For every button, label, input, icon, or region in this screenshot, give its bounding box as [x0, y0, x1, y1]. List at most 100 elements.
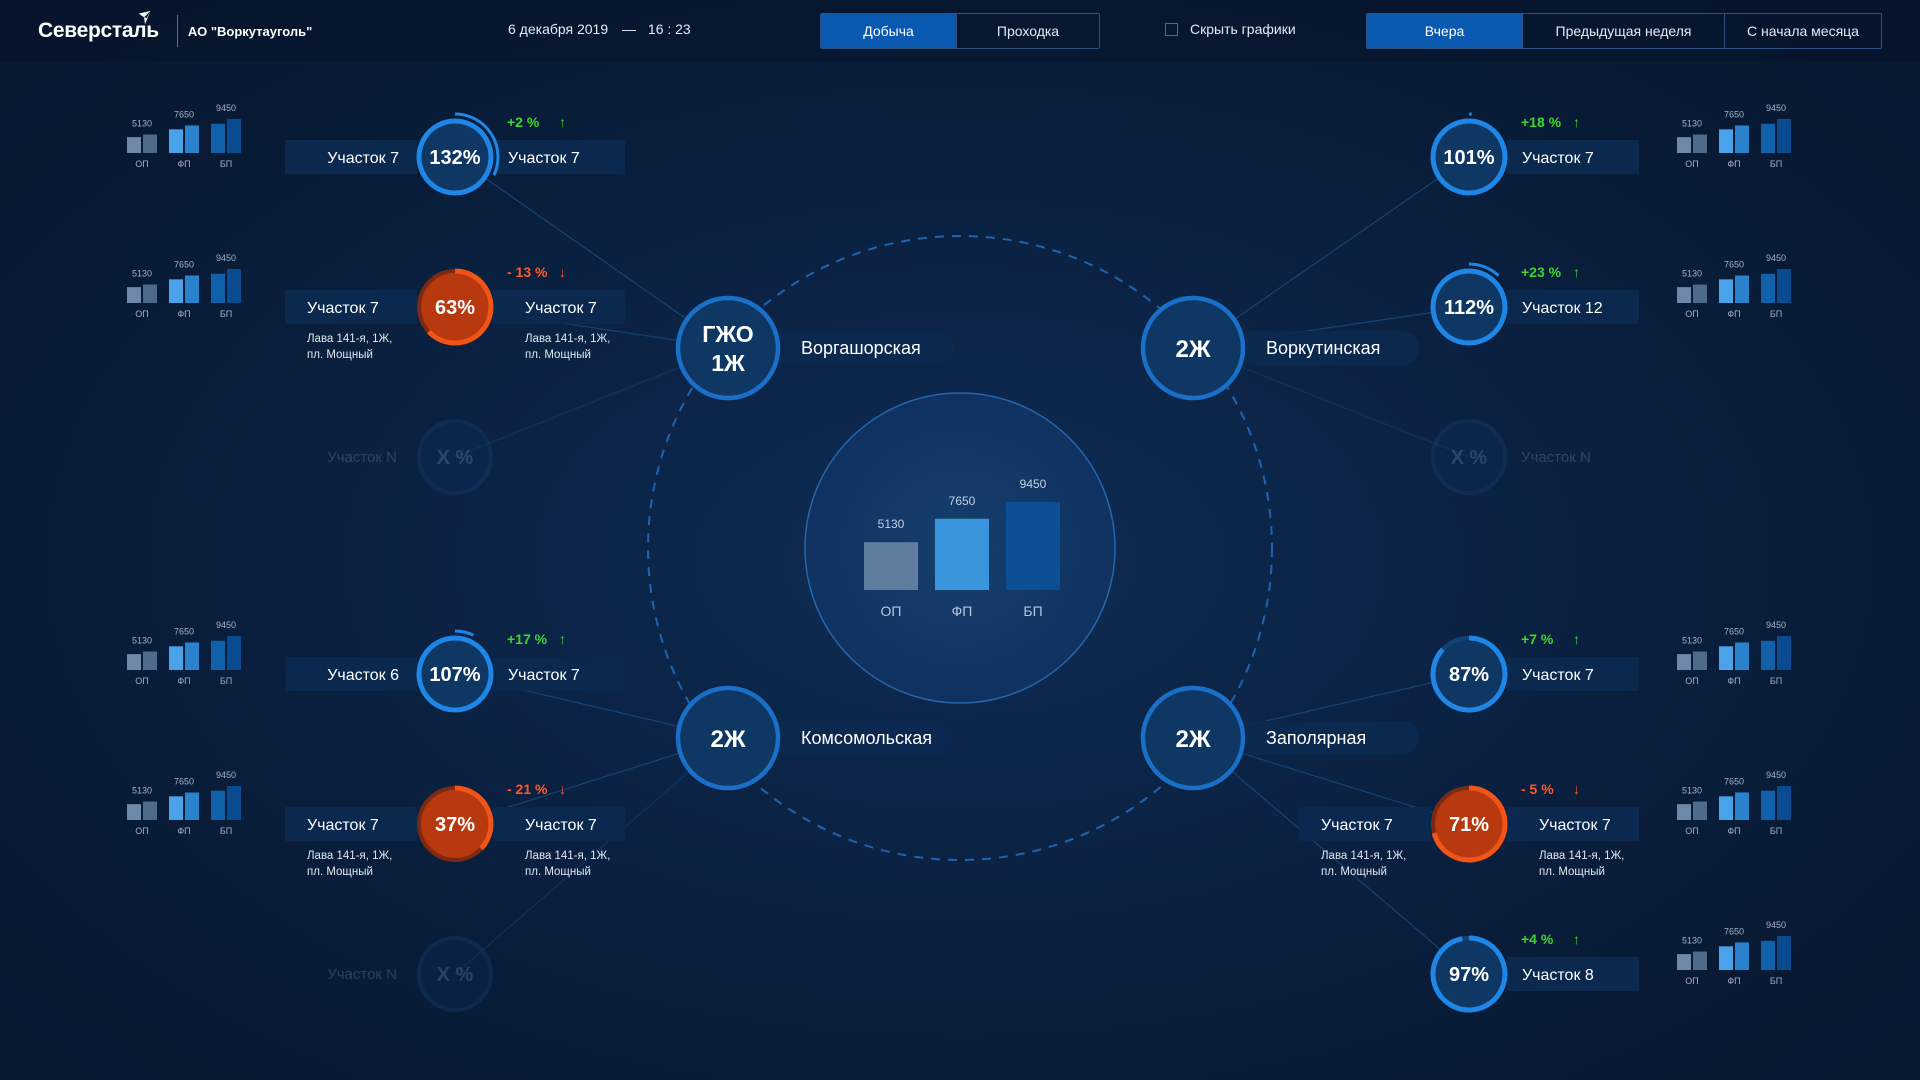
section-right-sublabel: Лава 141-я, 1Ж,: [1539, 850, 1624, 862]
mini-chart-bar: [1761, 940, 1775, 970]
mini-chart-bar-group-бп: 9450 БП: [1761, 253, 1791, 319]
mini-chart-bar-group-фп: 7650 ФП: [1719, 626, 1749, 686]
section-gauge-2[interactable]: Участок 7 Лава 141-я, 1Ж, пл. Мощный Участо…: [127, 253, 625, 361]
mini-chart-bar: [211, 640, 225, 670]
section-mini-chart: 5130 ОП 7650 ФП 9450 БП: [1677, 253, 1791, 319]
section-label-placeholder: Участок N: [1521, 449, 1591, 466]
tab-month-to-date[interactable]: С начала месяца: [1725, 14, 1881, 48]
mini-chart-category-label: ОП: [135, 159, 148, 169]
mini-chart-value-label: 9450: [216, 620, 236, 630]
section-right-sublabel: пл. Мощный: [1539, 866, 1605, 878]
mine-coal-grade-text: 2Ж: [1175, 336, 1210, 363]
section-gauge-6[interactable]: X % Участок N: [1431, 419, 1591, 495]
section-change-indicator: +23 % ↑: [1521, 264, 1580, 280]
section-gauge-value: 101%: [1443, 147, 1494, 169]
mini-chart-bar: [1777, 269, 1791, 303]
mine-node-circle[interactable]: [675, 295, 781, 401]
mini-chart-value-label: 5130: [132, 269, 152, 279]
section-change-value: - 13 %: [507, 264, 548, 280]
section-gauge-10[interactable]: Участок 7 87% +7 % ↑ 5130 ОП 7650 ФП 9450 БП: [1430, 620, 1791, 713]
section-left-label: Участок 6: [327, 667, 399, 684]
mini-chart-bar: [211, 273, 225, 303]
mine-node-vorgashorskaya[interactable]: Воргашорская ГЖО 1Ж: [675, 295, 954, 401]
mine-coal-grade-line: ГЖО: [702, 321, 753, 347]
hide-charts-toggle[interactable]: Скрыть графики: [1165, 21, 1296, 37]
arrow-down-icon: ↓: [1573, 781, 1580, 797]
section-change-indicator: - 21 % ↓: [507, 781, 566, 797]
section-change-value: +17 %: [507, 631, 548, 647]
section-left-sublabel: пл. Мощный: [307, 866, 373, 878]
mini-chart-category-label: БП: [1770, 309, 1782, 319]
tab-yesterday[interactable]: Вчера: [1367, 14, 1523, 48]
section-gauge-5[interactable]: Участок 12 112% +23 % ↑ 5130 ОП 7650 ФП 9450 БП: [1430, 253, 1791, 346]
section-gauge-11[interactable]: Участок 7 Лава 141-я, 1Ж, пл. Мощный Участо…: [1299, 770, 1791, 878]
center-bar-фп: [935, 518, 989, 590]
section-mini-chart: 5130 ОП 7650 ФП 9450 БП: [1677, 770, 1791, 836]
mine-name-label: Воркутинская: [1266, 338, 1380, 358]
mini-chart-bar: [1677, 654, 1691, 670]
mini-chart-bar: [1735, 792, 1749, 820]
mini-chart-category-label: ФП: [1727, 826, 1740, 836]
mini-chart-value-label: 9450: [1766, 103, 1786, 113]
mini-chart-value-label: 5130: [132, 786, 152, 796]
mini-chart-category-label: БП: [220, 309, 232, 319]
mini-chart-bar: [127, 287, 141, 303]
mini-chart-bar: [127, 137, 141, 153]
mini-chart-category-label: ФП: [177, 159, 190, 169]
mine-node-zapolyarnaya[interactable]: Заполярная 2Ж: [1140, 685, 1419, 791]
mini-chart-category-label: ОП: [135, 309, 148, 319]
section-gauge-1[interactable]: Участок 7 Участок 7 132% +2 % ↑ 5130 ОП 7650 ФП 9…: [127, 103, 625, 196]
section-gauge-value: 112%: [1444, 297, 1494, 319]
mini-chart-bar: [1677, 804, 1691, 820]
mini-chart-bar-group-оп: 5130 ОП: [127, 269, 157, 319]
mini-chart-bar: [1777, 119, 1791, 153]
mini-chart-category-label: ОП: [1685, 309, 1698, 319]
center-bar-category-label: ОП: [881, 603, 902, 619]
section-gauge-4[interactable]: Участок 7 101% +18 % ↑ 5130 ОП 7650 ФП 9450 БП: [1430, 103, 1791, 196]
section-left-sublabel: Лава 141-я, 1Ж,: [307, 333, 392, 345]
section-label-placeholder: Участок N: [327, 966, 397, 983]
section-gauge-9[interactable]: X % Участок N: [327, 936, 493, 1012]
arrow-up-icon: ↑: [1573, 264, 1580, 280]
mini-chart-bar-group-оп: 5130 ОП: [1677, 119, 1707, 169]
center-bar-оп: [864, 542, 918, 590]
hide-charts-checkbox[interactable]: [1165, 22, 1178, 36]
section-gauge-12[interactable]: Участок 8 97% +4 % ↑ 5130 ОП 7650 ФП 9450 БП: [1430, 920, 1791, 1013]
tab-previous-week[interactable]: Предыдущая неделя: [1523, 14, 1725, 48]
mine-node-komsomolskaya[interactable]: Комсомольская 2Ж: [675, 685, 954, 791]
section-gauge-8[interactable]: Участок 7 Лава 141-я, 1Ж, пл. Мощный Участо…: [127, 770, 625, 878]
section-change-indicator: +7 % ↑: [1521, 631, 1580, 647]
mini-chart-category-label: ОП: [135, 826, 148, 836]
section-right-label: Участок 7: [508, 667, 580, 684]
mini-chart-category-label: ОП: [135, 676, 148, 686]
section-gauge-3[interactable]: X % Участок N: [327, 419, 493, 495]
mini-chart-category-label: ОП: [1685, 676, 1698, 686]
date-text: 6 декабря 2019: [508, 21, 609, 37]
section-right-label: Участок 7: [508, 150, 580, 167]
tab-dobycha[interactable]: Добыча: [821, 14, 957, 48]
mini-chart-bar: [169, 796, 183, 820]
section-right-label: Участок 7: [525, 300, 597, 317]
mini-chart-bar: [143, 284, 157, 303]
section-mini-chart: 5130 ОП 7650 ФП 9450 БП: [1677, 620, 1791, 686]
section-gauge-overflow-arc: [454, 629, 474, 637]
company-name: АО "Воркутауголь": [187, 23, 313, 39]
mine-name-label: Комсомольская: [801, 728, 932, 748]
mini-chart-category-label: ФП: [177, 826, 190, 836]
mini-chart-value-label: 7650: [1724, 259, 1744, 269]
mini-chart-bar-group-оп: 5130 ОП: [1677, 636, 1707, 686]
mini-chart-bar: [169, 279, 183, 303]
mini-chart-bar: [1677, 287, 1691, 303]
section-mini-chart: 5130 ОП 7650 ФП 9450 БП: [127, 770, 241, 836]
tab-prokhodka[interactable]: Проходка: [957, 14, 1099, 48]
section-change-indicator: +17 % ↑: [507, 631, 566, 647]
section-gauge-value: 37%: [435, 814, 475, 836]
mini-chart-bar: [211, 123, 225, 153]
mini-chart-bar: [1677, 954, 1691, 970]
datetime-dash: —: [622, 21, 637, 37]
section-mini-chart: 5130 ОП 7650 ФП 9450 БП: [1677, 920, 1791, 986]
datetime: 6 декабря 2019 — 16 : 23: [508, 21, 691, 37]
mine-coal-grade-badge: 2Ж: [710, 726, 745, 753]
arrow-down-icon: ↓: [559, 264, 566, 280]
mini-chart-category-label: ОП: [1685, 159, 1698, 169]
